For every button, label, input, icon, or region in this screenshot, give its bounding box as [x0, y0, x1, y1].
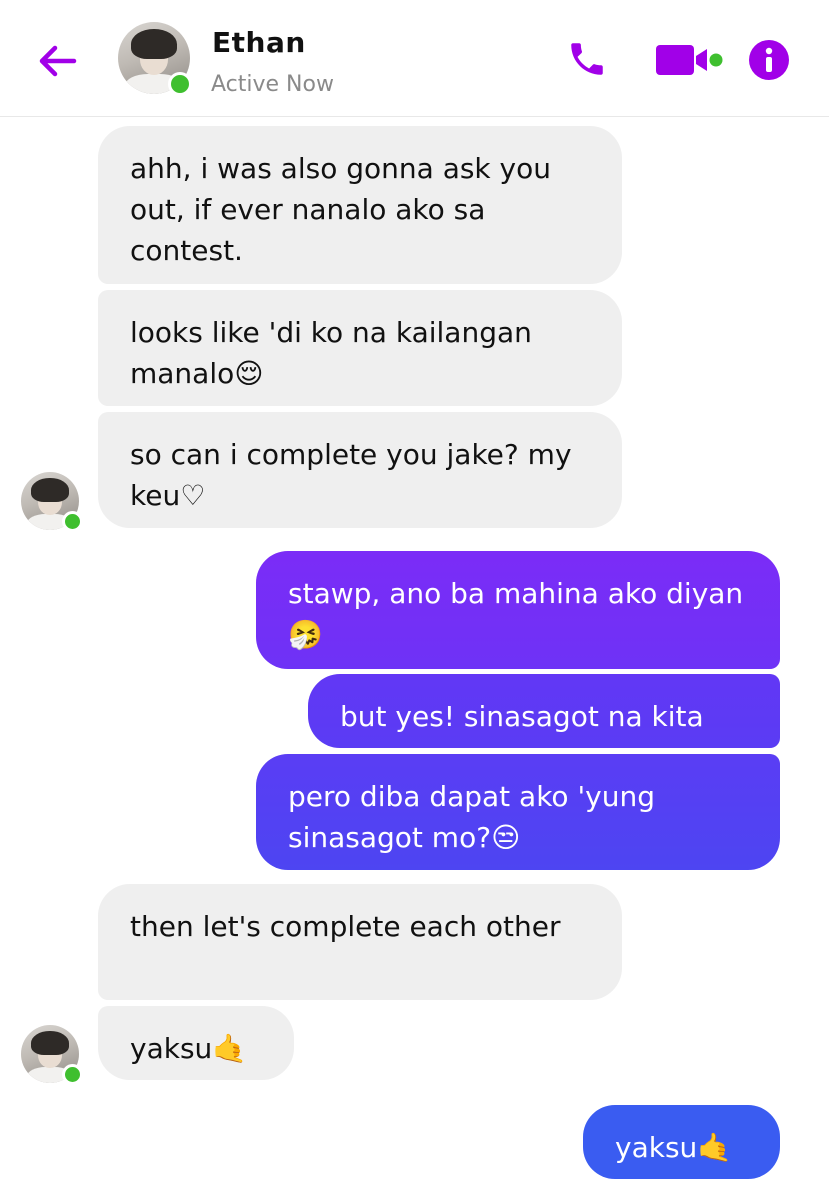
message-bubble-sent[interactable]: pero diba dapat ako 'yung sinasagot mo?😒: [256, 754, 780, 870]
message-bubble-received[interactable]: so can i complete you jake? my keu♡: [98, 412, 622, 528]
chat-header: Ethan Active Now: [0, 0, 829, 117]
contact-status: Active Now: [211, 72, 334, 97]
message-text: so can i complete you jake? my keu♡: [130, 438, 572, 512]
message-bubble-sent[interactable]: yaksu🤙: [583, 1105, 780, 1179]
video-call-button[interactable]: [655, 44, 725, 76]
back-arrow-icon: [39, 45, 77, 77]
online-status-indicator: [62, 511, 83, 532]
message-text: stawp, ano ba mahina ako diyan🤧: [288, 577, 744, 651]
online-status-indicator: [62, 1064, 83, 1085]
contact-avatar[interactable]: [118, 22, 192, 96]
message-text: yaksu🤙: [615, 1131, 733, 1164]
messenger-chat-screen: Ethan Active Now ahh, i was also gonna a…: [0, 0, 829, 1200]
contact-name[interactable]: Ethan: [212, 26, 306, 59]
message-bubble-sent[interactable]: stawp, ano ba mahina ako diyan🤧: [256, 551, 780, 669]
voice-call-button[interactable]: [566, 38, 608, 80]
online-status-indicator: [168, 72, 192, 96]
info-icon: [749, 40, 789, 80]
message-text: but yes! sinasagot na kita: [340, 700, 704, 733]
video-camera-icon: [656, 45, 723, 75]
message-bubble-received[interactable]: ahh, i was also gonna ask you out, if ev…: [98, 126, 622, 284]
message-text: then let's complete each other: [130, 910, 561, 943]
contact-chat-avatar[interactable]: [21, 472, 83, 532]
info-button[interactable]: [748, 39, 790, 81]
phone-icon: [571, 43, 603, 75]
message-text: ahh, i was also gonna ask you out, if ev…: [130, 152, 551, 267]
message-bubble-sent[interactable]: but yes! sinasagot na kita: [308, 674, 780, 748]
message-bubble-received[interactable]: looks like 'di ko na kailangan manalo😌: [98, 290, 622, 406]
message-text: yaksu🤙: [130, 1032, 248, 1065]
back-button[interactable]: [34, 38, 80, 84]
message-text: looks like 'di ko na kailangan manalo😌: [130, 316, 532, 390]
message-text: pero diba dapat ako 'yung sinasagot mo?😒: [288, 780, 655, 854]
message-bubble-received[interactable]: then let's complete each other: [98, 884, 622, 1000]
message-bubble-received[interactable]: yaksu🤙: [98, 1006, 294, 1080]
contact-chat-avatar[interactable]: [21, 1025, 83, 1085]
